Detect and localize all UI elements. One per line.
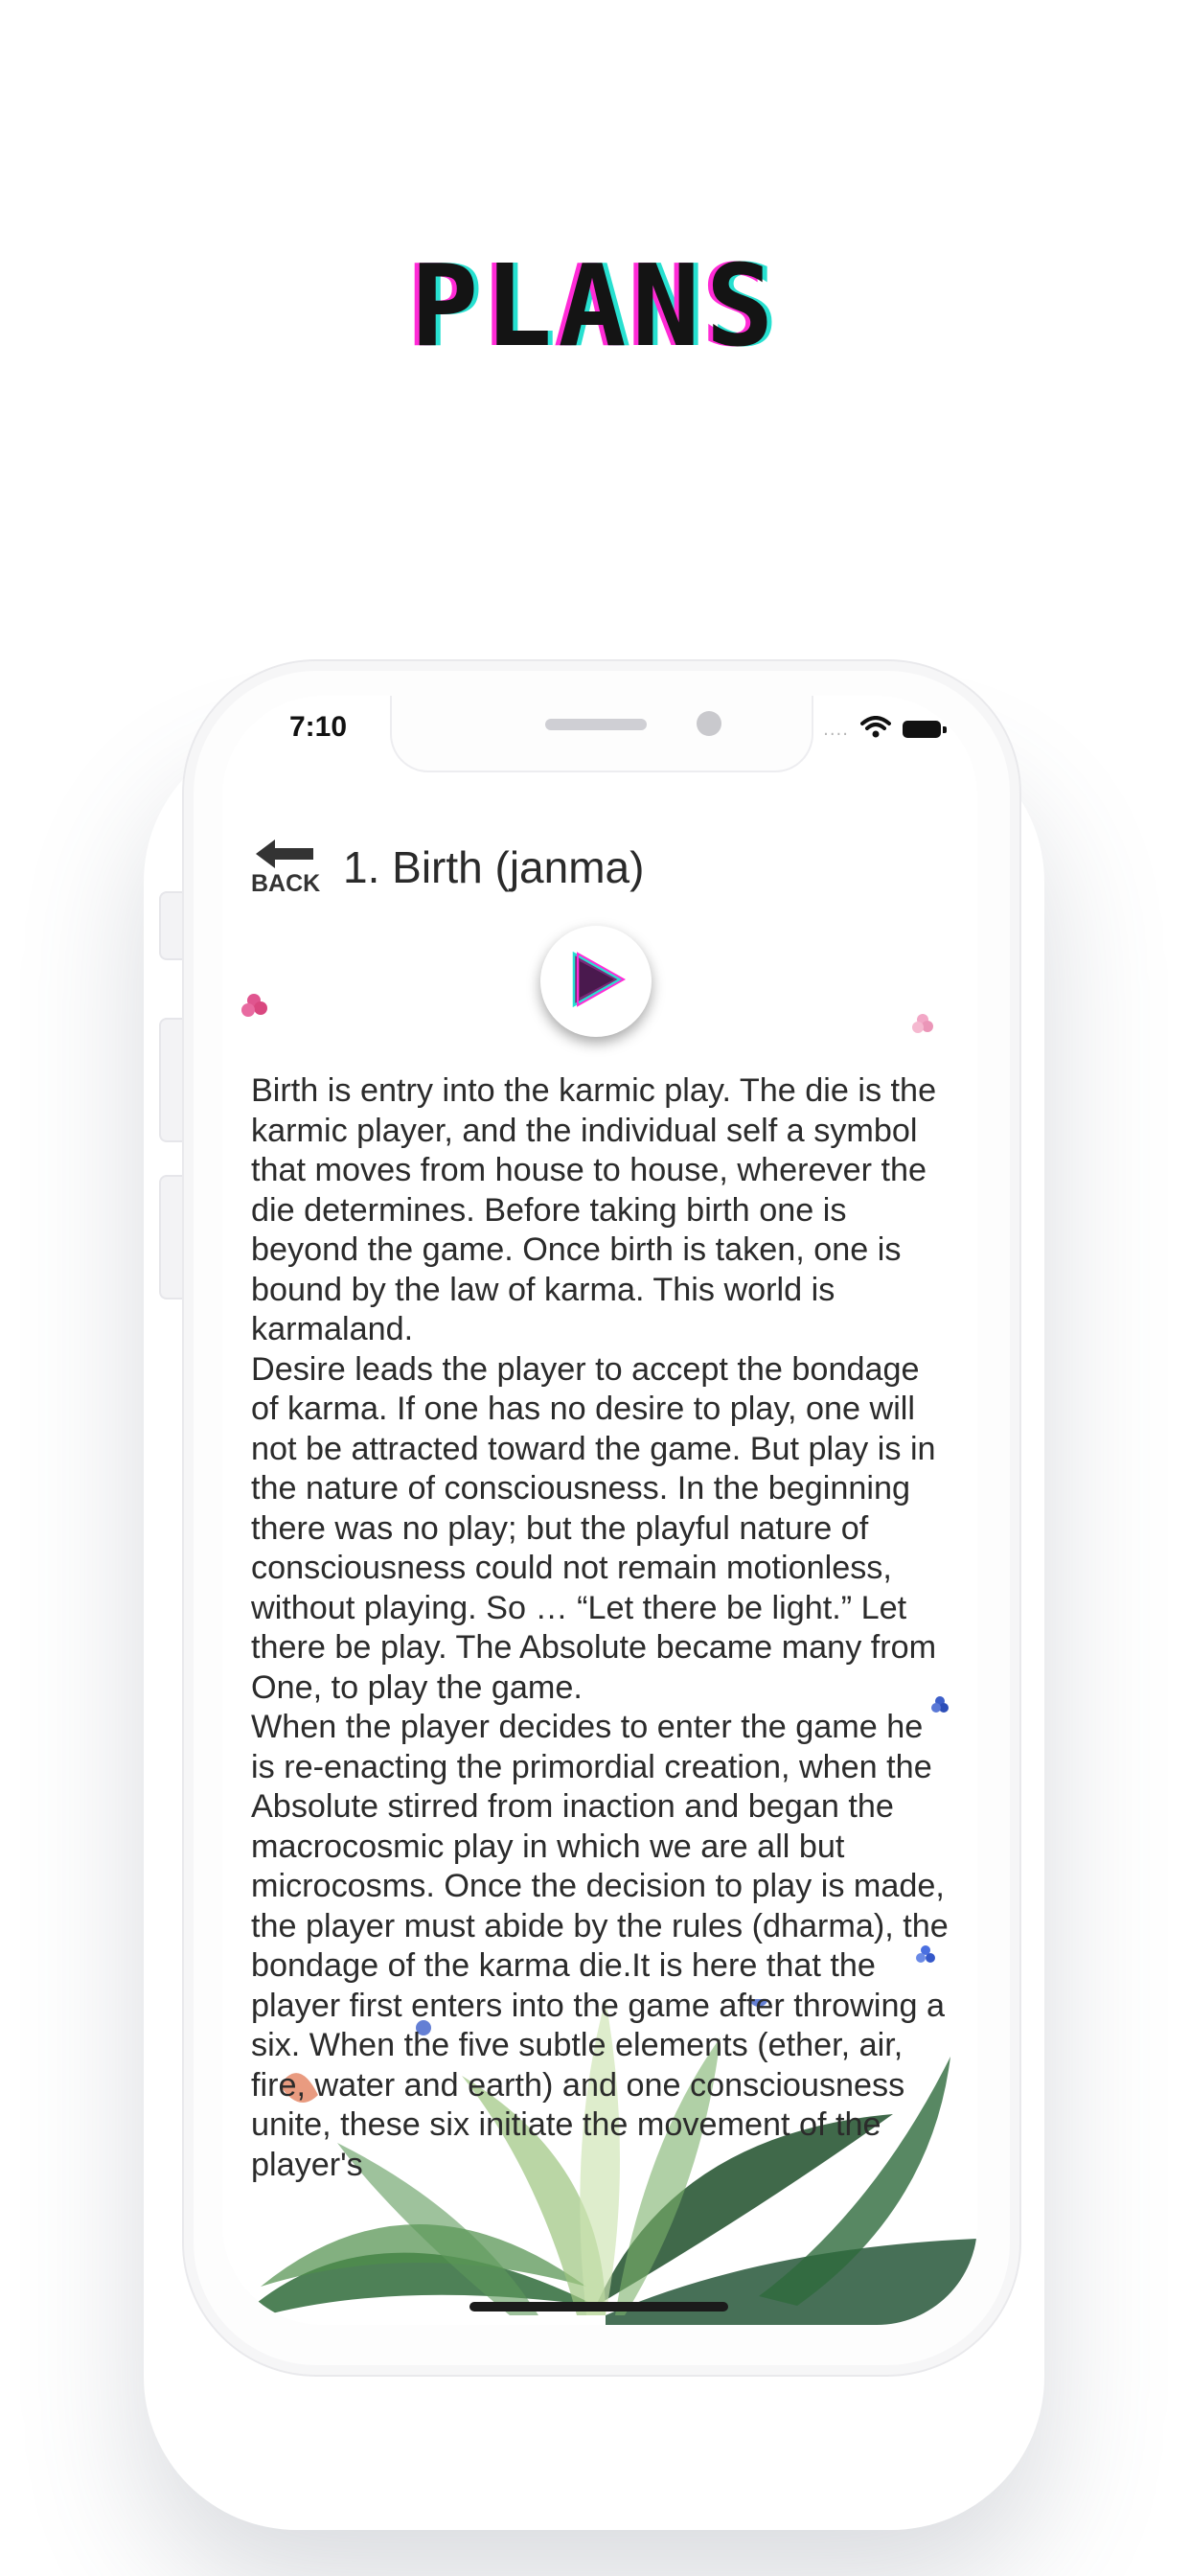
play-button[interactable]	[540, 926, 652, 1037]
front-camera	[697, 711, 721, 736]
status-icons: ....	[823, 715, 947, 744]
phone-notch	[390, 696, 813, 772]
battery-icon	[903, 721, 947, 738]
home-indicator	[469, 2302, 728, 2312]
flower-petal-blue	[931, 1696, 949, 1713]
app-screen: 7:10 .... BACK 1. Birth (janma) Birth is…	[222, 696, 977, 2325]
page-title: 1. Birth (janma)	[343, 842, 645, 892]
wifi-icon	[860, 716, 891, 743]
back-button[interactable]: BACK	[251, 838, 320, 898]
speaker-grille	[545, 719, 647, 730]
promo-title: PLANS	[410, 240, 780, 372]
flower-petal-blue-small	[916, 1945, 935, 1963]
flower-petal-light-pink	[912, 1014, 933, 1033]
story-paragraph: Desire leads the player to accept the bo…	[251, 1350, 937, 1706]
status-time: 7:10	[289, 711, 348, 743]
signal-dots: ....	[823, 719, 849, 740]
back-label: BACK	[251, 870, 321, 897]
story-text: Birth is entry into the karmic play. The…	[251, 1071, 955, 2185]
flower-petal-pink	[241, 994, 267, 1017]
story-paragraph: Birth is entry into the karmic play. The…	[251, 1072, 937, 1347]
play-icon	[566, 950, 627, 1013]
story-paragraph: When the player decides to enter the gam…	[251, 1709, 949, 2183]
